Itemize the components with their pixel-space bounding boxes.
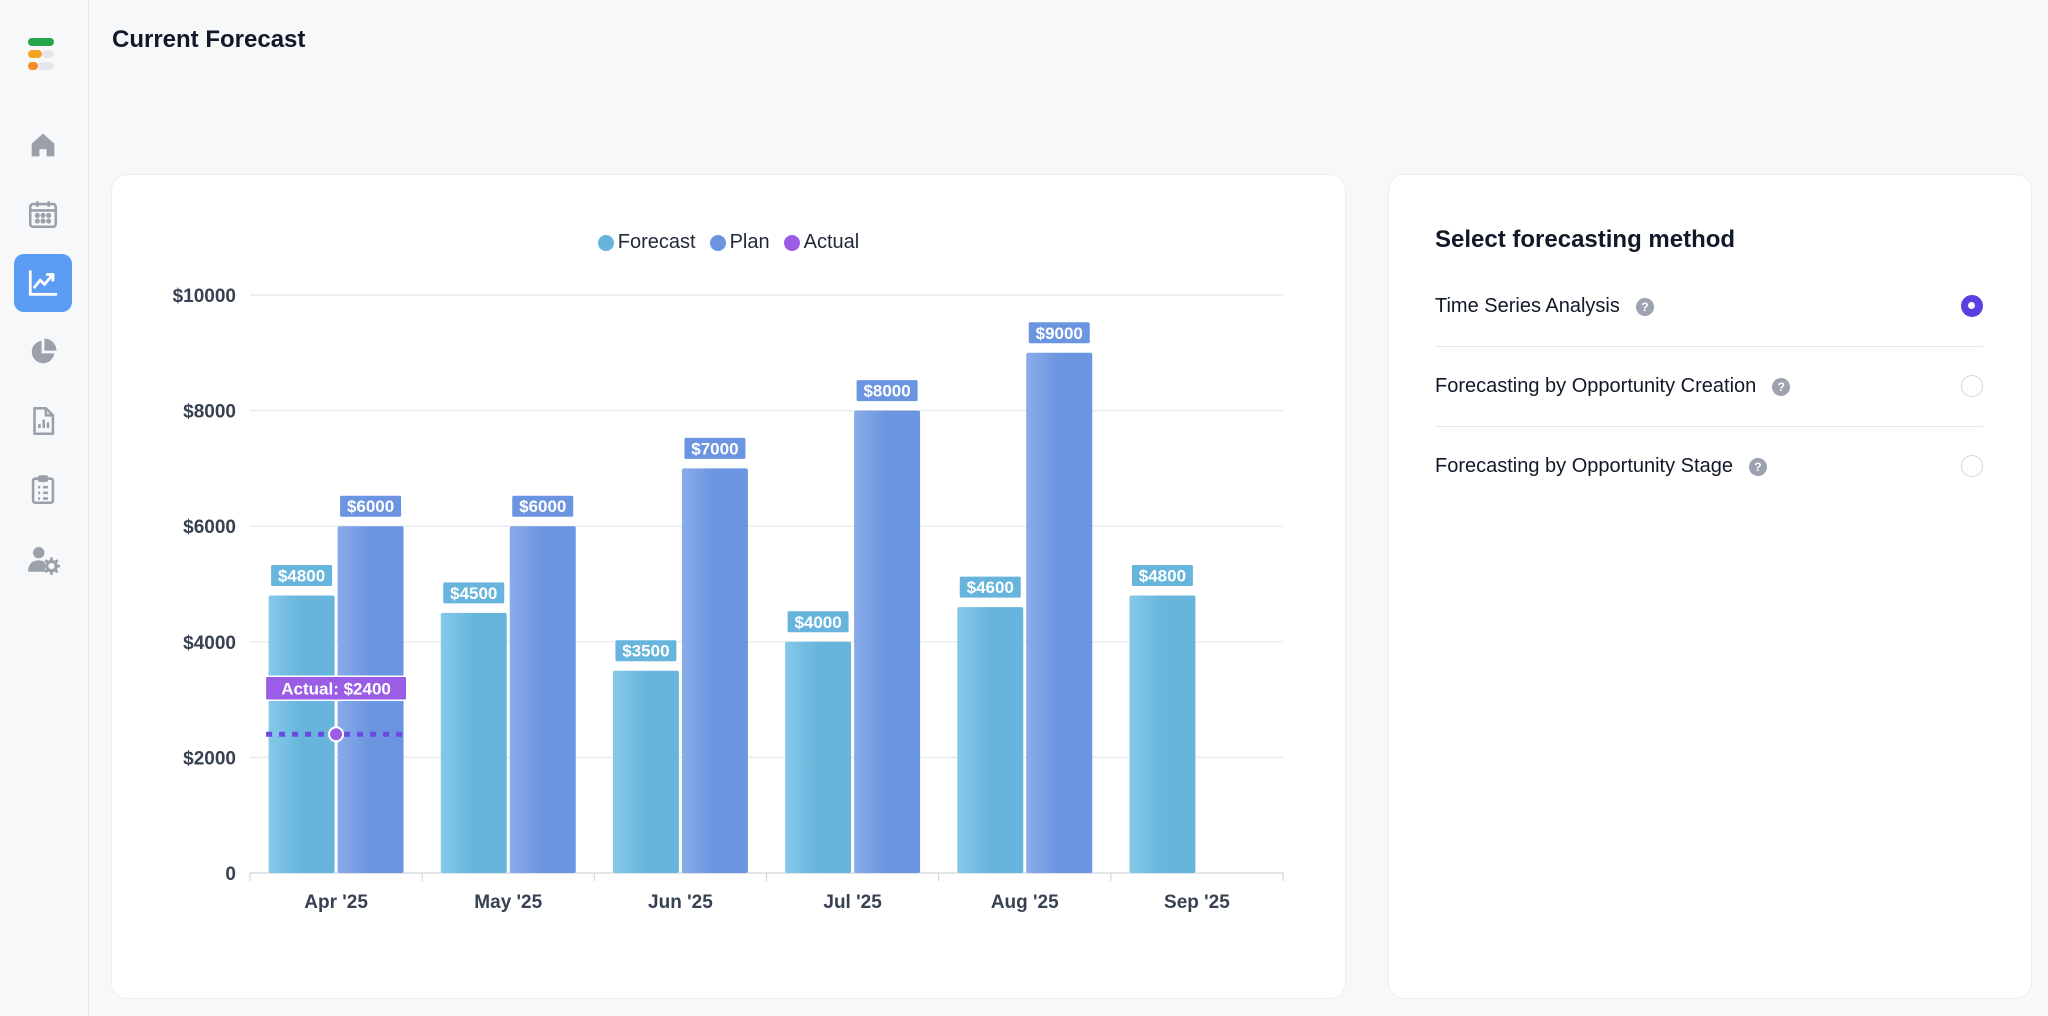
x-tick-label: Jun '25	[648, 892, 713, 913]
y-tick-label: $6000	[183, 517, 236, 538]
plan-value-label: $9000	[1036, 324, 1083, 343]
user-settings-icon	[28, 546, 60, 575]
pie-chart-icon	[31, 338, 57, 364]
method-radio-2[interactable]	[1961, 455, 1983, 477]
x-tick-label: Aug '25	[991, 892, 1059, 913]
app-logo[interactable]	[28, 36, 58, 72]
y-tick-label: $10000	[173, 286, 236, 307]
clipboard-icon	[31, 475, 55, 505]
plan-value-label: $8000	[863, 382, 910, 401]
help-icon[interactable]: ?	[1635, 297, 1654, 316]
forecast-chart-card: Forecast Plan Actual 0 $2000 $4000 $6000 $80…	[111, 174, 1346, 999]
home-icon	[31, 133, 55, 157]
help-icon[interactable]: ?	[1772, 377, 1791, 396]
forecast-bar	[1129, 595, 1196, 873]
plan-bar	[1026, 352, 1093, 873]
y-tick-label: $4000	[183, 633, 236, 654]
nav-calendar[interactable]	[14, 185, 72, 243]
forecasting-method-card: Select forecasting method Time Series An…	[1388, 174, 2032, 999]
trend-chart-icon	[28, 270, 58, 296]
x-tick-label: May '25	[474, 892, 542, 913]
forecast-value-label: $4000	[794, 613, 841, 632]
forecast-value-label: $4500	[450, 584, 497, 603]
forecast-bar-chart: 0 $2000 $4000 $6000 $8000 $10000 $4800 $6000 Apr…	[173, 286, 1284, 913]
method-option-label: Forecasting by Opportunity Stage	[1435, 455, 1733, 477]
help-icon[interactable]: ?	[1748, 457, 1767, 476]
plan-bar	[509, 526, 576, 873]
forecast-bar	[957, 607, 1024, 873]
method-option-label: Time Series Analysis	[1435, 295, 1620, 317]
y-tick-label: $8000	[183, 402, 236, 423]
forecast-bar	[785, 641, 852, 873]
plan-value-label: $6000	[519, 497, 566, 516]
forecast-bar	[440, 612, 507, 873]
nav-tasks[interactable]	[14, 461, 72, 519]
method-option-label: Forecasting by Opportunity Creation	[1435, 375, 1757, 397]
page-title: Current Forecast	[112, 26, 306, 53]
method-option-time-series[interactable]: Time Series Analysis ?	[1435, 267, 1983, 347]
x-tick-label: Jul '25	[823, 892, 882, 913]
plan-bar	[681, 468, 748, 873]
sidebar	[0, 0, 89, 1016]
plan-value-label: $7000	[691, 439, 738, 458]
plan-value-label: $6000	[347, 497, 394, 516]
method-options: Time Series Analysis ? Forecasting by Op…	[1435, 267, 1983, 506]
forecast-bar	[612, 670, 679, 873]
nav-analytics[interactable]	[14, 323, 72, 381]
forecast-value-label: $4600	[967, 578, 1014, 597]
method-title: Select forecasting method	[1435, 226, 1736, 253]
nav-reports[interactable]	[14, 392, 72, 450]
method-option-opportunity-creation[interactable]: Forecasting by Opportunity Creation ?	[1435, 347, 1983, 427]
nav-forecast[interactable]	[14, 254, 72, 312]
forecast-value-label: $3500	[622, 642, 669, 661]
method-option-opportunity-stage[interactable]: Forecasting by Opportunity Stage ?	[1435, 427, 1983, 506]
method-radio-0[interactable]	[1961, 295, 1983, 317]
actual-point	[328, 726, 345, 743]
forecast-value-label: $4800	[278, 567, 325, 586]
y-tick-label: $2000	[183, 748, 236, 769]
nav-home[interactable]	[14, 116, 72, 174]
nav-user-settings[interactable]	[14, 530, 72, 588]
forecast-value-label: $4800	[1139, 567, 1186, 586]
method-radio-1[interactable]	[1961, 375, 1983, 397]
report-icon	[33, 406, 55, 436]
x-tick-label: Apr '25	[304, 892, 368, 913]
x-tick-label: Sep '25	[1164, 892, 1230, 913]
y-tick-label: 0	[225, 864, 236, 885]
plan-bar	[854, 410, 921, 873]
actual-label: Actual: $2400	[281, 679, 391, 698]
calendar-icon	[28, 201, 58, 229]
forecast-bar	[268, 595, 335, 873]
